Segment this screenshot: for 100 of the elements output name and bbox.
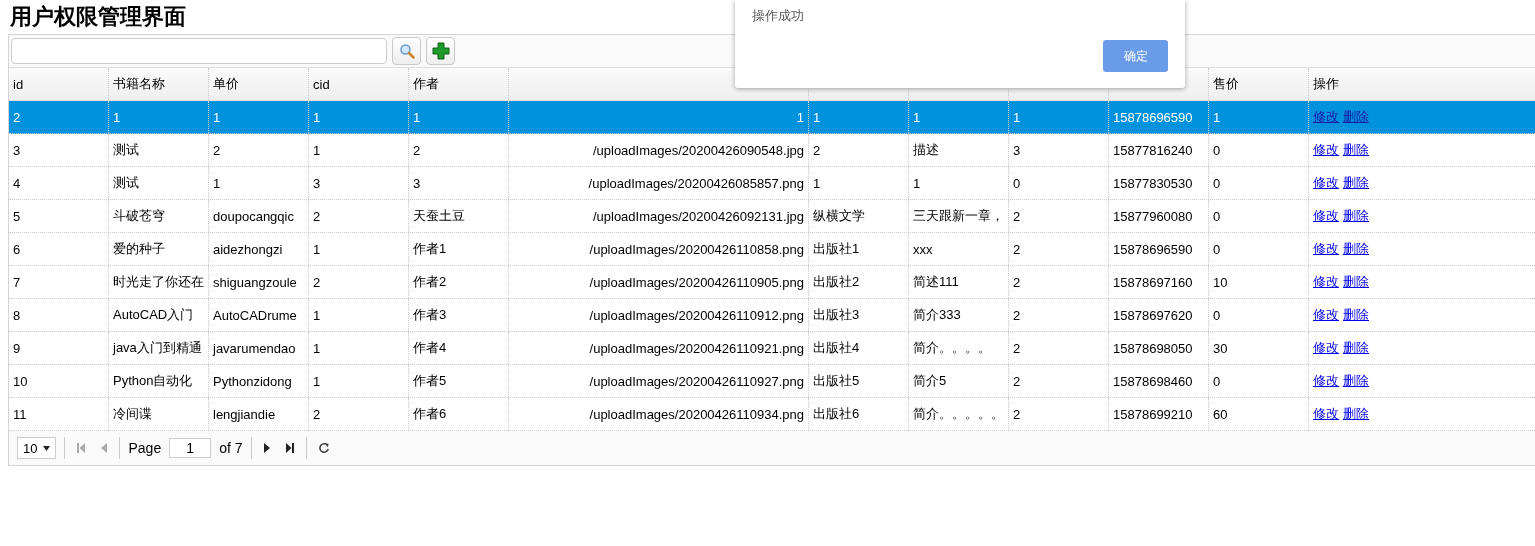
table-cell: 测试 — [113, 174, 139, 192]
table-cell: javarumendao — [213, 340, 296, 356]
delete-link[interactable]: 删除 — [1343, 372, 1369, 390]
table-cell: 1 — [313, 241, 321, 257]
table-row[interactable]: 10 Python自动化 Pythonzidong 1 作者5 /uploadImages/20200426110927.png 出版社5 简介5 2 15878698460 0 修改 删除 — [9, 365, 1535, 398]
delete-link[interactable]: 删除 — [1343, 273, 1369, 291]
edit-link[interactable]: 修改 — [1313, 174, 1339, 192]
table-cell: Pythonzidong — [213, 373, 292, 389]
table-cell: /uploadImages/20200426110905.png — [589, 274, 804, 290]
table-cell: 0 — [1213, 307, 1221, 323]
delete-link[interactable]: 删除 — [1343, 207, 1369, 225]
table-row[interactable]: 5 斗破苍穹 doupocangqic 2 天蚕土豆 /uploadImages/20200426092131.jpg 纵横文学 三天跟新一章， 2 15877960080 0 修改 删除 — [9, 200, 1535, 233]
table-cell: 7 — [13, 274, 21, 290]
page-title: 用户权限管理界面 — [10, 3, 186, 31]
delete-link[interactable]: 删除 — [1343, 141, 1369, 159]
delete-link[interactable]: 删除 — [1343, 240, 1369, 258]
edit-link[interactable]: 修改 — [1313, 372, 1339, 390]
table-row[interactable]: 9 java入门到精通 javarumendao 1 作者4 /uploadImages/20200426110921.png 出版社4 简介。。。。 2 15878698050 30 修改 删除 — [9, 332, 1535, 365]
table-cell: 1 — [913, 175, 921, 191]
caret-icon — [43, 445, 51, 451]
search-field[interactable] — [11, 38, 387, 64]
table-cell: 简介。。。。。 — [913, 405, 1004, 423]
table-cell: 作者5 — [413, 372, 447, 390]
table-row[interactable]: 11 冷间谍 lengjiandie 2 作者6 /uploadImages/20200426110934.png 出版社6 简介。。。。。 2 15878699210 60 修改 删除 — [9, 398, 1535, 431]
table-cell: 出版社2 — [813, 273, 860, 291]
table-cell: 15877960080 — [1113, 208, 1193, 224]
add-button[interactable] — [426, 37, 455, 65]
table-cell: /uploadImages/20200426092131.jpg — [592, 208, 804, 224]
table-row[interactable]: 4 测试 1 3 3 /uploadImages/20200426085857.png 1 1 0 15877830530 0 修改 删除 — [9, 167, 1535, 200]
page-number-field[interactable]: 1 — [169, 438, 212, 458]
table-row[interactable]: 3 测试 2 1 2 /uploadImages/20200426090548.jpg 2 描述 3 15877816240 0 修改 删除 — [9, 134, 1535, 167]
table-cell: 1 — [113, 109, 121, 125]
table-cell: /uploadImages/20200426110921.png — [589, 340, 804, 356]
table-cell: 0 — [1213, 373, 1221, 389]
next-page-icon[interactable] — [262, 443, 271, 453]
edit-link[interactable]: 修改 — [1313, 240, 1339, 258]
table-cell: 2 — [313, 208, 321, 224]
table-cell: /uploadImages/20200426110912.png — [589, 307, 804, 323]
search-button[interactable] — [392, 37, 421, 65]
table-cell: 出版社5 — [813, 372, 860, 390]
table-cell: 3 — [313, 175, 321, 191]
table-row[interactable]: 2 1 1 1 1 1 1 1 1 15878696590 1 修改 删除 — [9, 101, 1535, 134]
search-icon — [398, 43, 415, 59]
table-row[interactable]: 8 AutoCAD入门 AutoCADrume 1 作者3 /uploadImages/20200426110912.png 出版社3 简介333 2 15878697620 0 修改 删除 — [9, 299, 1535, 332]
table-cell: 0 — [1213, 142, 1221, 158]
table-cell: 15878697160 — [1113, 274, 1193, 290]
page-label: Page — [128, 440, 162, 456]
edit-link[interactable]: 修改 — [1313, 306, 1339, 324]
table-cell: 斗破苍穹 — [113, 207, 165, 225]
table-cell: 11 — [13, 406, 27, 422]
table-cell: 2 — [313, 406, 321, 422]
delete-link[interactable]: 删除 — [1343, 174, 1369, 192]
refresh-icon[interactable] — [317, 442, 330, 454]
table-cell: 时光走了你还在 — [113, 273, 204, 291]
table-cell: 简介5 — [913, 372, 947, 390]
delete-link[interactable]: 删除 — [1343, 306, 1369, 324]
delete-link[interactable]: 删除 — [1343, 405, 1369, 423]
delete-link[interactable]: 删除 — [1343, 108, 1369, 126]
table-row[interactable]: 6 爱的种子 aidezhongzi 1 作者1 /uploadImages/20200426110858.png 出版社1 xxx 2 15878696590 0 修改 删除 — [9, 233, 1535, 266]
table-cell: /uploadImages/20200426110927.png — [589, 373, 804, 389]
table-cell: xxx — [913, 241, 933, 257]
table-cell: 2 — [1013, 406, 1021, 422]
edit-link[interactable]: 修改 — [1313, 339, 1339, 357]
table-cell: 1 — [313, 373, 321, 389]
table-cell: shiguangzoule — [213, 274, 297, 290]
table-cell: 2 — [13, 109, 21, 125]
column-header: id — [13, 76, 24, 92]
table-cell: 5 — [13, 208, 21, 224]
table-cell: 出版社4 — [813, 339, 860, 357]
table-cell: 简述111 — [913, 273, 959, 291]
table-cell: 1 — [1013, 109, 1021, 125]
edit-link[interactable]: 修改 — [1313, 273, 1339, 291]
edit-link[interactable]: 修改 — [1313, 108, 1339, 126]
last-page-icon[interactable] — [284, 443, 295, 453]
table-cell: /uploadImages/20200426090548.jpg — [592, 142, 804, 158]
table-cell: 1 — [313, 307, 321, 323]
table-cell: 15878698050 — [1113, 340, 1193, 356]
column-header: 书籍名称 — [113, 75, 165, 93]
table-cell: 6 — [13, 241, 21, 257]
column-header: 售价 — [1213, 75, 1239, 93]
edit-link[interactable]: 修改 — [1313, 405, 1339, 423]
table-cell: 60 — [1213, 406, 1228, 422]
table-cell: 10 — [13, 373, 28, 389]
table-cell: 1 — [913, 109, 921, 125]
table-cell: 冷间谍 — [113, 405, 152, 423]
table-cell: 纵横文学 — [813, 207, 865, 225]
table-cell: /uploadImages/20200426110858.png — [589, 241, 804, 257]
page-size-select[interactable]: 10 — [17, 437, 57, 459]
table-cell: 简介333 — [913, 306, 961, 324]
table-cell: 3 — [413, 175, 421, 191]
table-cell: 简介。。。。 — [913, 339, 991, 357]
delete-link[interactable]: 删除 — [1343, 339, 1369, 357]
table-cell: /uploadImages/20200426085857.png — [588, 175, 804, 191]
dialog-message: 操作成功 — [752, 7, 804, 25]
table-row[interactable]: 7 时光走了你还在 shiguangzoule 2 作者2 /uploadImages/20200426110905.png 出版社2 简述111 2 15878697160 10 修改 删除 — [9, 266, 1535, 299]
edit-link[interactable]: 修改 — [1313, 141, 1339, 159]
table-cell: 3 — [1013, 142, 1021, 158]
edit-link[interactable]: 修改 — [1313, 207, 1339, 225]
table-cell: 1 — [213, 109, 221, 125]
table-cell: 天蚕土豆 — [413, 207, 465, 225]
